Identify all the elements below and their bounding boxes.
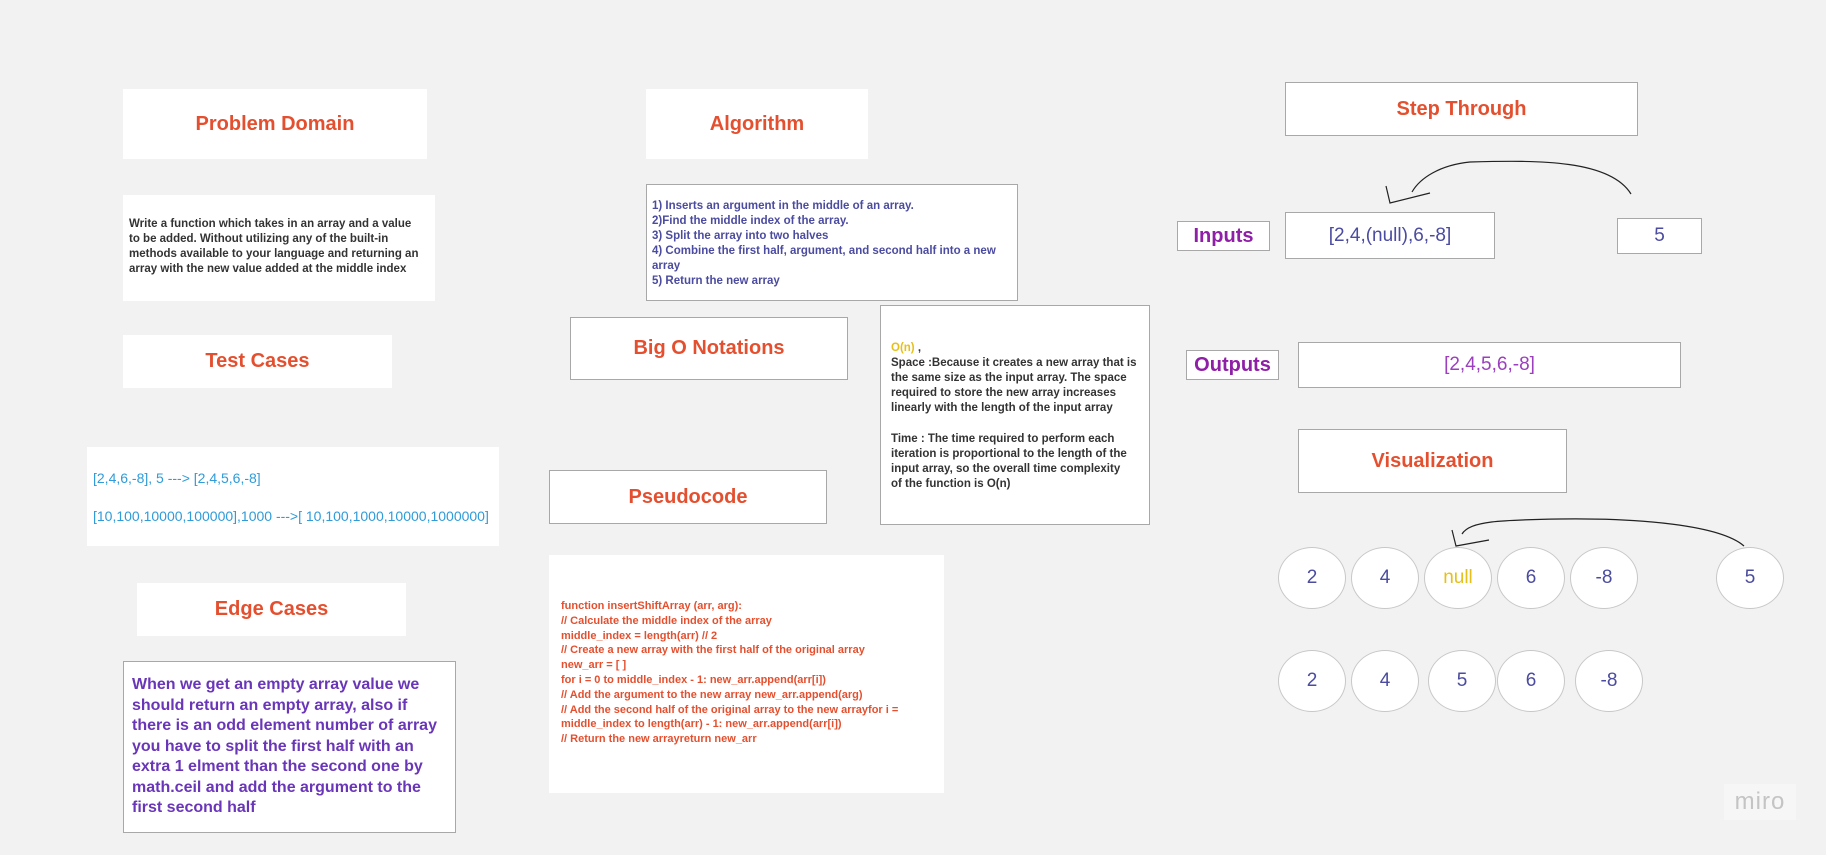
miro-board[interactable]: Problem Domain Write a function which ta… <box>0 0 1826 855</box>
miro-logo: miro <box>1724 784 1796 820</box>
miro-logo-text: miro <box>1734 788 1786 815</box>
step-through-arrow <box>1385 160 1632 204</box>
connector-arrows <box>1385 160 1745 547</box>
visualization-arrow <box>1451 518 1745 547</box>
